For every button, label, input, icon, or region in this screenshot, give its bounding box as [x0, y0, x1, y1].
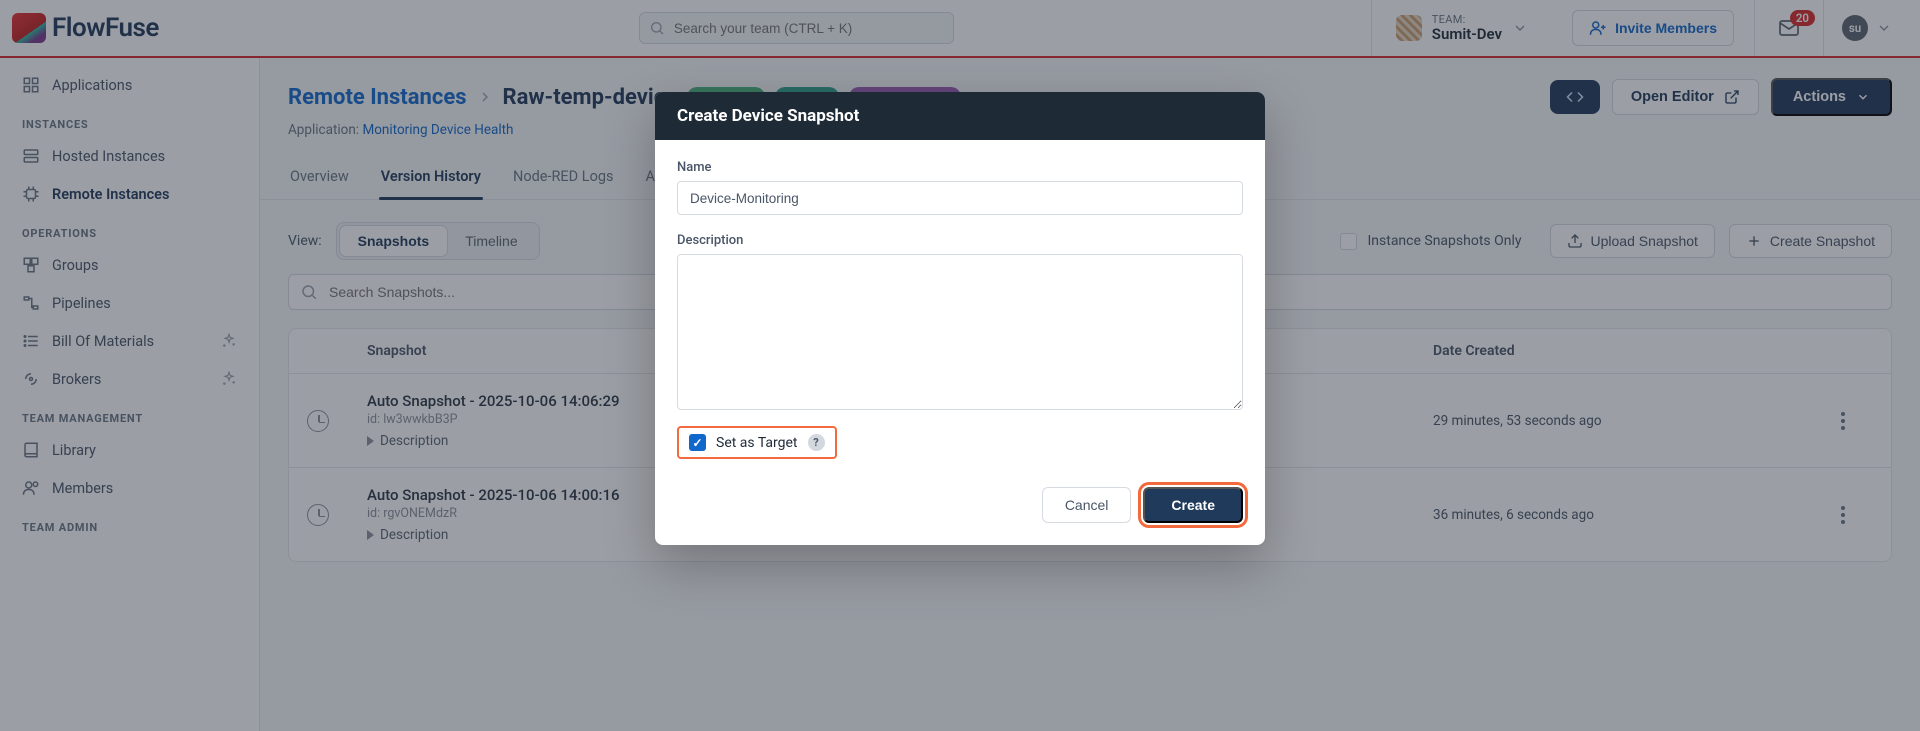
name-label: Name: [677, 160, 1243, 175]
snapshot-name-input[interactable]: [677, 181, 1243, 215]
create-button[interactable]: Create: [1143, 487, 1243, 523]
cancel-button[interactable]: Cancel: [1042, 487, 1132, 523]
description-label: Description: [677, 233, 1243, 248]
set-as-target-checkbox[interactable]: ✓ Set as Target ?: [677, 426, 837, 459]
set-as-target-label: Set as Target: [716, 435, 798, 451]
modal-body: Name Description ✓ Set as Target ?: [655, 140, 1265, 481]
modal-footer: Cancel Create: [655, 481, 1265, 545]
help-icon[interactable]: ?: [808, 434, 825, 451]
modal-title: Create Device Snapshot: [655, 92, 1265, 140]
checkbox-checked-icon: ✓: [689, 434, 706, 451]
create-snapshot-modal: Create Device Snapshot Name Description …: [655, 92, 1265, 545]
snapshot-description-textarea[interactable]: [677, 254, 1243, 410]
modal-overlay: Create Device Snapshot Name Description …: [0, 0, 1920, 731]
